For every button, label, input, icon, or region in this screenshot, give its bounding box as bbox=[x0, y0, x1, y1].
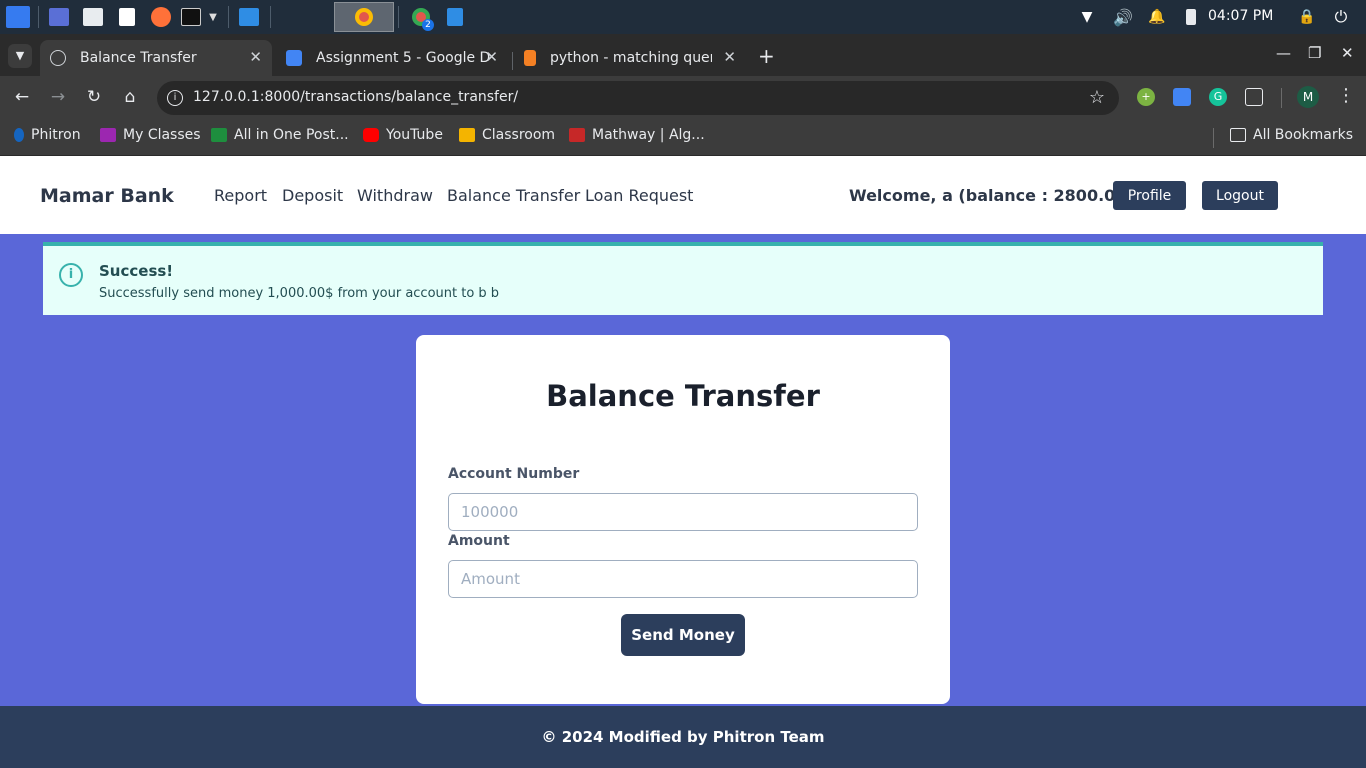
kali-menu-icon[interactable] bbox=[4, 5, 32, 29]
bell-icon[interactable]: 🔔 bbox=[1146, 5, 1168, 29]
bookmark-phitron[interactable]: Phitron bbox=[14, 127, 81, 143]
success-alert: i Success! Successfully send money 1,000… bbox=[43, 242, 1323, 315]
brand-logo[interactable]: Mamar Bank bbox=[40, 185, 174, 207]
globe-icon bbox=[50, 50, 66, 66]
bookmark-classroom[interactable]: Classroom bbox=[459, 127, 555, 143]
tab-title: Assignment 5 - Google D bbox=[316, 50, 491, 66]
tab-title: Balance Transfer bbox=[80, 50, 197, 66]
profile-button[interactable]: Profile bbox=[1113, 181, 1186, 210]
bookmarks-bar: Phitron My Classes All in One Post... Yo… bbox=[0, 120, 1366, 156]
close-icon[interactable]: ✕ bbox=[485, 48, 498, 66]
volume-icon[interactable]: 🔊 bbox=[1112, 5, 1134, 29]
extensions-puzzle-icon[interactable] bbox=[1245, 88, 1263, 106]
forward-icon[interactable]: → bbox=[47, 87, 69, 107]
site-navbar: Mamar Bank Report Deposit Withdraw Balan… bbox=[0, 156, 1366, 234]
sheets-icon bbox=[211, 128, 227, 142]
grammarly-icon[interactable]: G bbox=[1209, 88, 1227, 106]
google-translate-icon[interactable] bbox=[1173, 88, 1191, 106]
youtube-icon bbox=[363, 128, 379, 142]
nav-deposit[interactable]: Deposit bbox=[282, 186, 343, 205]
site-info-icon[interactable]: i bbox=[167, 90, 183, 106]
vscode-icon[interactable] bbox=[238, 5, 260, 29]
browser-tab-bar: ▼ Balance Transfer ✕ Assignment 5 - Goog… bbox=[0, 34, 1366, 76]
battery-icon[interactable] bbox=[1180, 5, 1202, 29]
info-icon: i bbox=[59, 263, 83, 287]
my-classes-icon bbox=[100, 128, 116, 142]
bookmark-mathway[interactable]: Mathway | Alg... bbox=[569, 127, 705, 143]
tab-balance-transfer[interactable]: Balance Transfer ✕ bbox=[40, 40, 272, 76]
folder-icon bbox=[1230, 128, 1246, 142]
home-icon[interactable]: ⌂ bbox=[119, 87, 141, 107]
lock-icon[interactable]: 🔒 bbox=[1296, 5, 1318, 29]
amount-input[interactable] bbox=[448, 560, 918, 598]
mathway-icon bbox=[569, 128, 585, 142]
google-docs-icon bbox=[286, 50, 302, 66]
amount-label: Amount bbox=[448, 533, 510, 549]
profile-avatar[interactable]: M bbox=[1297, 86, 1319, 108]
bookmark-all-in-one[interactable]: All in One Post... bbox=[211, 127, 349, 143]
firefox-icon[interactable] bbox=[150, 5, 172, 29]
chevron-down-icon[interactable]: ▼ bbox=[206, 5, 220, 29]
stackoverflow-icon bbox=[524, 50, 536, 66]
back-icon[interactable]: ← bbox=[11, 87, 33, 107]
site-footer: © 2024 Modified by Phitron Team bbox=[0, 706, 1366, 768]
transfer-form-card: Balance Transfer Account Number Amount S… bbox=[416, 335, 950, 704]
bookmark-star-icon[interactable]: ☆ bbox=[1089, 87, 1105, 108]
classroom-icon bbox=[459, 128, 475, 142]
extension-plus-icon[interactable]: + bbox=[1137, 88, 1155, 106]
form-title: Balance Transfer bbox=[546, 379, 820, 413]
close-window-icon[interactable]: ✕ bbox=[1341, 44, 1354, 62]
chrome-badge: 2 bbox=[422, 19, 434, 31]
clock[interactable]: 04:07 PM bbox=[1208, 8, 1273, 24]
nav-loan-request[interactable]: Loan Request bbox=[585, 186, 693, 205]
alert-title: Success! bbox=[99, 262, 174, 280]
welcome-balance-text: Welcome, a (balance : 2800.00) bbox=[849, 186, 1134, 205]
text-editor-icon[interactable] bbox=[116, 5, 138, 29]
vscode-taskbar-icon[interactable] bbox=[444, 5, 466, 29]
tab-stackoverflow[interactable]: python - matching query ✕ bbox=[514, 40, 746, 76]
send-money-button[interactable]: Send Money bbox=[621, 614, 745, 656]
maximize-icon[interactable]: ❐ bbox=[1308, 44, 1321, 62]
file-manager-icon[interactable] bbox=[82, 5, 104, 29]
nav-withdraw[interactable]: Withdraw bbox=[357, 186, 433, 205]
url-text[interactable]: 127.0.0.1:8000/transactions/balance_tran… bbox=[193, 89, 518, 105]
reload-icon[interactable]: ↻ bbox=[83, 87, 105, 107]
account-number-label: Account Number bbox=[448, 466, 580, 482]
close-icon[interactable]: ✕ bbox=[723, 48, 736, 66]
chrome-taskbar-icon[interactable]: 2 bbox=[408, 5, 434, 31]
minimize-icon[interactable]: — bbox=[1276, 44, 1291, 62]
power-icon[interactable]: ⏻ bbox=[1330, 5, 1352, 29]
chrome-window-button[interactable] bbox=[334, 2, 394, 32]
bookmark-youtube[interactable]: YouTube bbox=[363, 127, 443, 143]
nav-balance-transfer[interactable]: Balance Transfer bbox=[447, 186, 580, 205]
tab-assignment[interactable]: Assignment 5 - Google D ✕ bbox=[276, 40, 508, 76]
page-content: Mamar Bank Report Deposit Withdraw Balan… bbox=[0, 156, 1366, 768]
tab-title: python - matching query bbox=[550, 50, 712, 66]
account-number-input[interactable] bbox=[448, 493, 918, 531]
os-taskbar: ▼ 2 ▼ 🔊 🔔 04:07 PM 🔒 ⏻ bbox=[0, 0, 1366, 34]
terminal-icon[interactable] bbox=[180, 5, 202, 29]
logout-button[interactable]: Logout bbox=[1202, 181, 1278, 210]
alert-message: Successfully send money 1,000.00$ from y… bbox=[99, 286, 500, 301]
tab-search-icon[interactable]: ▼ bbox=[8, 44, 32, 68]
wifi-icon[interactable]: ▼ bbox=[1076, 5, 1098, 29]
close-icon[interactable]: ✕ bbox=[249, 48, 262, 66]
browser-toolbar: ← → ↻ ⌂ i 127.0.0.1:8000/transactions/ba… bbox=[0, 76, 1366, 120]
nav-report[interactable]: Report bbox=[214, 186, 267, 205]
all-bookmarks[interactable]: All Bookmarks bbox=[1230, 127, 1353, 143]
desktop-icon[interactable] bbox=[48, 5, 70, 29]
new-tab-button[interactable]: + bbox=[758, 44, 775, 68]
phitron-icon bbox=[14, 128, 24, 142]
more-menu-icon[interactable]: ⋮ bbox=[1337, 85, 1355, 106]
bookmark-my-classes[interactable]: My Classes bbox=[100, 127, 201, 143]
address-bar[interactable]: i 127.0.0.1:8000/transactions/balance_tr… bbox=[157, 81, 1119, 115]
